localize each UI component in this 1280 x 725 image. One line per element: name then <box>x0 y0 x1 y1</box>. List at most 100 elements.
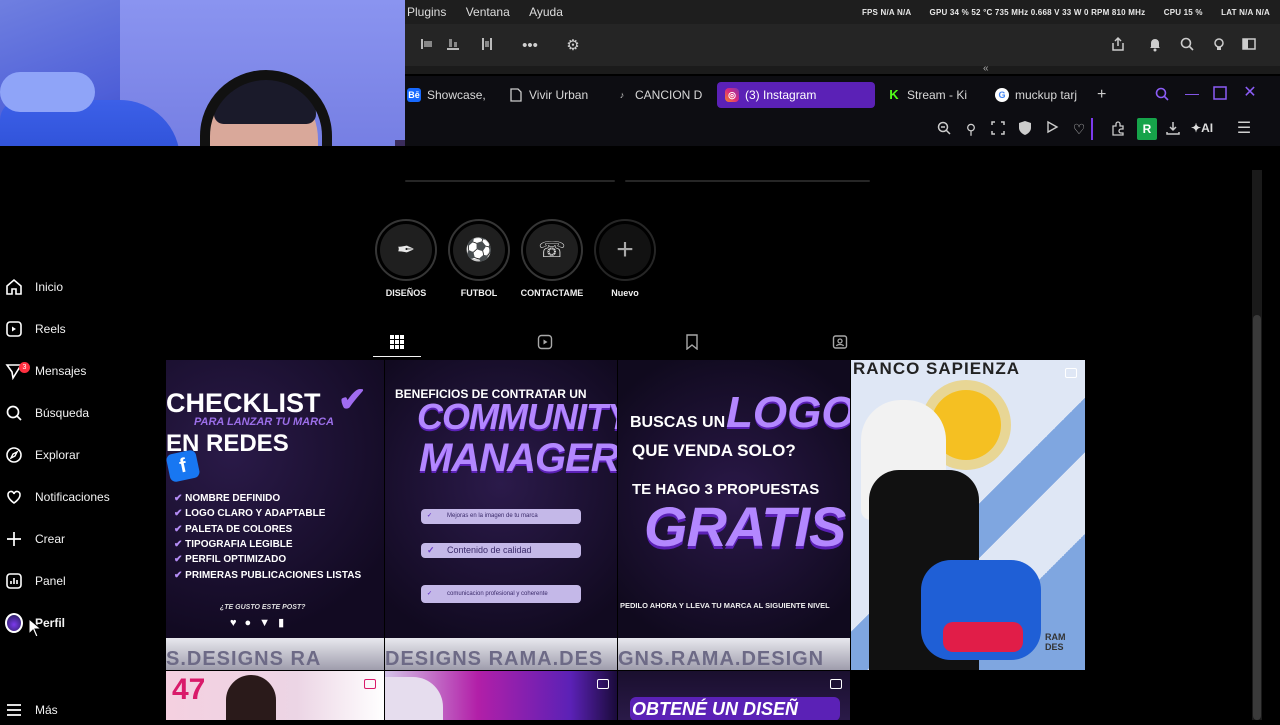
sidebar-item-mensajes[interactable]: 3 Mensajes <box>0 356 160 386</box>
shield-icon[interactable] <box>1016 120 1034 138</box>
post-logo-gratis[interactable]: BUSCAS UN LOGO QUE VENDA SOLO? TE HAGO 3… <box>618 360 850 670</box>
sidebar-item-label: Explorar <box>35 448 80 462</box>
soccer-ball-icon: ⚽ <box>453 224 505 276</box>
align-left-icon[interactable] <box>417 36 437 56</box>
sidebar-item-busqueda[interactable]: Búsqueda <box>0 398 160 428</box>
post-row2-1[interactable]: 47 <box>166 671 384 720</box>
profile-button-edge <box>405 180 615 182</box>
menu-plugins[interactable]: Plugins <box>407 5 446 19</box>
tab-stream-kick[interactable]: K Stream - Ki <box>887 82 982 108</box>
person-head <box>226 675 276 720</box>
post-community-manager[interactable]: BENEFICIOS DE CONTRATAR UN COMMUNITY MAN… <box>385 360 617 670</box>
align-bottom-icon[interactable] <box>443 36 463 56</box>
behance-icon: Bē <box>407 88 421 102</box>
carousel-icon <box>830 679 842 689</box>
page-scrollbar[interactable] <box>1252 170 1262 720</box>
browser-tab-bar: Bē Showcase, Vivir Urban ♪ CANCION D ◎ (… <box>405 76 1280 112</box>
sidebar-item-mas[interactable]: Más <box>0 695 160 725</box>
sidebar-item-crear[interactable]: Crear <box>0 524 160 554</box>
person-face <box>385 677 443 720</box>
share-icon[interactable] <box>1108 36 1128 56</box>
post-question: ¿TE GUSTO ESTE POST? <box>220 604 306 611</box>
sidebar-item-panel[interactable]: Panel <box>0 566 160 596</box>
highlight-futbol[interactable]: ⚽ FUTBOL <box>440 219 518 298</box>
collapse-chevron-icon[interactable]: « <box>983 63 989 74</box>
sidebar-item-inicio[interactable]: Inicio <box>0 272 160 302</box>
scrollbar-thumb[interactable] <box>1253 315 1261 720</box>
post-checklist[interactable]: CHECKLIST ✔ PARA LANZAR TU MARCA EN REDE… <box>166 360 384 670</box>
new-tab-button[interactable]: + <box>1097 82 1113 108</box>
sparkle-icon: ✦ <box>1191 121 1202 135</box>
checkmark-icon: ✔ <box>338 381 367 419</box>
phone-icon: ☏ <box>526 224 578 276</box>
saved-icon[interactable] <box>682 332 702 352</box>
download-icon[interactable] <box>1164 120 1182 138</box>
highlight-disenos[interactable]: ✒ DISEÑOS <box>367 219 445 298</box>
maximize-icon[interactable] <box>1211 86 1229 104</box>
highlight-contactame[interactable]: ☏ CONTACTAME <box>513 219 591 298</box>
minimize-icon[interactable]: — <box>1183 84 1201 102</box>
menu-icon[interactable]: ☰ <box>1235 120 1253 138</box>
search-icon[interactable] <box>1177 36 1197 56</box>
menu-ayuda[interactable]: Ayuda <box>529 5 563 19</box>
extensions-icon[interactable] <box>1109 120 1127 138</box>
tab-muckup[interactable]: G muckup tarj <box>995 82 1087 108</box>
bell-icon[interactable] <box>1145 36 1165 56</box>
app-menu-bar: Plugins Ventana Ayuda FPS N/A N/A GPU 34… <box>405 0 1280 24</box>
browser-toolbar: ⚲ ♡ R ✦AI ☰ <box>405 112 1280 146</box>
google-icon: G <box>995 88 1009 102</box>
menu-ventana[interactable]: Ventana <box>466 5 510 19</box>
sidebar-item-label: Búsqueda <box>35 406 90 420</box>
lightbulb-icon[interactable] <box>1209 36 1229 56</box>
app-menu: Plugins Ventana Ayuda <box>405 5 577 19</box>
torn-paper: GNS.RAMA.DESIGN <box>618 638 850 670</box>
extension-r-button[interactable]: R <box>1137 118 1157 140</box>
plus-icon <box>5 530 23 548</box>
tagged-icon[interactable] <box>830 332 850 352</box>
post-title: MANAGER <box>419 436 617 480</box>
post-row2-3[interactable]: OBTENÉ UN DISEÑ <box>618 671 850 720</box>
sidebar-item-notificaciones[interactable]: Notificaciones <box>0 482 160 512</box>
post-corner-mark: RAM DES <box>1045 632 1066 652</box>
distribute-icon[interactable] <box>477 36 497 56</box>
toolbar-divider <box>1091 118 1093 140</box>
screenshot-icon[interactable] <box>989 120 1007 138</box>
panel-toggle-icon[interactable] <box>1239 36 1259 56</box>
checklist-item: ✔ PRIMERAS PUBLICACIONES LISTAS <box>174 570 362 581</box>
play-icon[interactable] <box>1043 120 1061 138</box>
instagram-icon: ◎ <box>725 88 739 102</box>
profile-button-edge <box>625 180 870 182</box>
ai-button[interactable]: ✦AI <box>1191 121 1213 135</box>
compass-icon <box>5 446 23 464</box>
sidebar-item-explorar[interactable]: Explorar <box>0 440 160 470</box>
post-ranco-sapienza[interactable]: RANCO SAPIENZA RAM DES <box>851 360 1085 670</box>
highlight-nuevo[interactable]: + Nuevo <box>586 219 664 298</box>
sidebar-item-label: Notificaciones <box>35 490 110 504</box>
tab-search-icon[interactable] <box>1153 86 1171 104</box>
sidebar-item-label: Reels <box>35 322 66 336</box>
close-icon[interactable]: ✕ <box>1241 84 1259 102</box>
more-options-icon[interactable]: ••• <box>520 36 540 56</box>
grid-icon[interactable] <box>387 332 407 352</box>
tab-vivir-urban[interactable]: Vivir Urban <box>509 82 604 108</box>
heart-icon[interactable]: ♡ <box>1070 120 1088 138</box>
tab-label: CANCION D <box>635 88 703 102</box>
post-row2-2[interactable] <box>385 671 617 720</box>
sidebar-item-reels[interactable]: Reels <box>0 314 160 344</box>
pen-tool-icon: ✒ <box>380 224 432 276</box>
tab-cancion[interactable]: ♪ CANCION D <box>615 82 710 108</box>
gear-icon[interactable]: ⚙ <box>563 36 583 56</box>
sidebar-item-label: Panel <box>35 574 66 588</box>
zoom-out-icon[interactable] <box>935 120 953 138</box>
music-note-icon: ♪ <box>619 90 625 100</box>
checklist-item: ✔ PERFIL OPTIMIZADO <box>174 554 287 565</box>
sidebar-item-label: Crear <box>35 532 66 546</box>
carousel-icon <box>1065 368 1077 378</box>
tab-instagram[interactable]: ◎ (3) Instagram <box>717 82 875 108</box>
reels-icon[interactable] <box>535 332 555 352</box>
chart-icon <box>5 572 23 590</box>
pin-icon[interactable]: ⚲ <box>962 120 980 138</box>
tab-showcase[interactable]: Bē Showcase, <box>405 82 493 108</box>
sidebar-item-perfil[interactable]: Perfil <box>0 608 160 638</box>
post-title: 47 <box>172 673 206 706</box>
